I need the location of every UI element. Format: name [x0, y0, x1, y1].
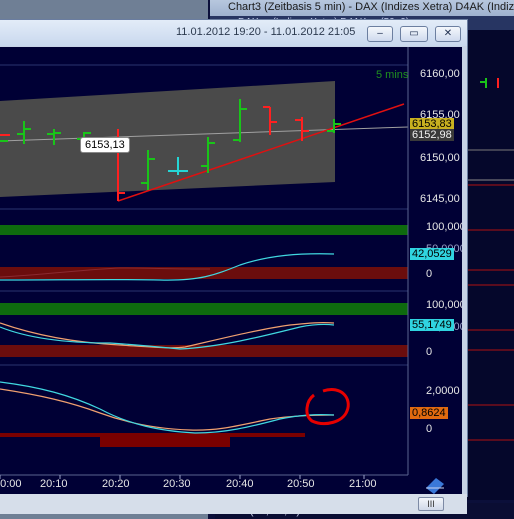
price-axis-tick: 6145,00	[420, 193, 460, 205]
close-button[interactable]: ✕	[435, 26, 461, 42]
histogram-bars-left	[0, 433, 100, 437]
price-axis-tick: 6150,00	[420, 152, 460, 164]
minimize-icon: –	[377, 28, 383, 39]
time-axis-label: 20:30	[163, 478, 191, 490]
draw-tool-icon[interactable]	[426, 478, 444, 494]
restore-button[interactable]: ▭	[400, 26, 428, 42]
time-axis-label: 20:20	[102, 478, 130, 490]
indicator1-axis-tick: 100,0000	[426, 221, 462, 233]
indicator1-axis-tick: 0	[426, 268, 433, 280]
indicator-pane-2[interactable]	[0, 303, 408, 366]
restore-icon: ▭	[409, 28, 419, 39]
macd-line	[0, 381, 335, 434]
indicator-pane-1[interactable]	[0, 225, 408, 292]
chart-window: 11.01.2012 19:20 - 11.01.2012 21:05 – ▭ …	[0, 19, 468, 514]
price-tooltip: 6153,13	[80, 137, 130, 153]
indicator-line-slow	[0, 322, 335, 349]
macd-pane[interactable]	[0, 381, 350, 447]
highlight-circle	[305, 388, 350, 426]
minimize-button[interactable]: –	[367, 26, 393, 42]
window-title: 11.01.2012 19:20 - 11.01.2012 21:05	[176, 26, 356, 38]
histogram-bars-middle	[100, 433, 230, 447]
indicator2-axis-tick: 100,0000	[426, 299, 462, 311]
time-axis-label: 21:00	[349, 478, 377, 490]
time-axis-label: 20:10	[40, 478, 68, 490]
chart-client-area[interactable]: 5 mins 6153,13 6160,00 6155,00 6150,00 6…	[0, 47, 462, 494]
close-icon: ✕	[443, 28, 453, 39]
macd-axis-tick: 0	[426, 423, 433, 435]
background-window-title: Chart3 (Zeitbasis 5 min) - DAX (Indizes …	[210, 0, 514, 16]
price-axis-tick: 6160,00	[420, 68, 460, 80]
scrollbar-thumb[interactable]: III	[418, 497, 444, 511]
timeframe-label: 5 mins	[376, 69, 409, 81]
macd-axis-tick: 2,0000	[426, 385, 460, 397]
window-titlebar[interactable]: 11.01.2012 19:20 - 11.01.2012 21:05 – ▭ …	[0, 20, 467, 46]
grip-icon: III	[427, 499, 435, 509]
price-pane[interactable]	[0, 64, 409, 210]
indicator2-value-tag: 55,1749	[410, 319, 454, 331]
horizontal-scrollbar[interactable]: III	[0, 494, 467, 514]
overbought-band	[0, 225, 408, 235]
indicator2-axis-tick: 0	[426, 346, 433, 358]
time-axis-label: 20:50	[287, 478, 315, 490]
last-price-tag-secondary: 6152,98	[410, 129, 454, 141]
indicator1-value-tag: 42,0529	[410, 248, 454, 260]
histogram-bars-right	[230, 433, 305, 437]
background-chart-area	[466, 30, 514, 500]
macd-signal-line	[0, 388, 335, 431]
background-chart-lines	[466, 78, 514, 441]
macd-value-tag: 0,8624	[410, 407, 448, 419]
time-axis-label: 20:40	[226, 478, 254, 490]
time-axis-label: 20:00	[0, 478, 22, 490]
overbought-band-2	[0, 303, 408, 315]
chart-canvas[interactable]	[0, 47, 462, 494]
